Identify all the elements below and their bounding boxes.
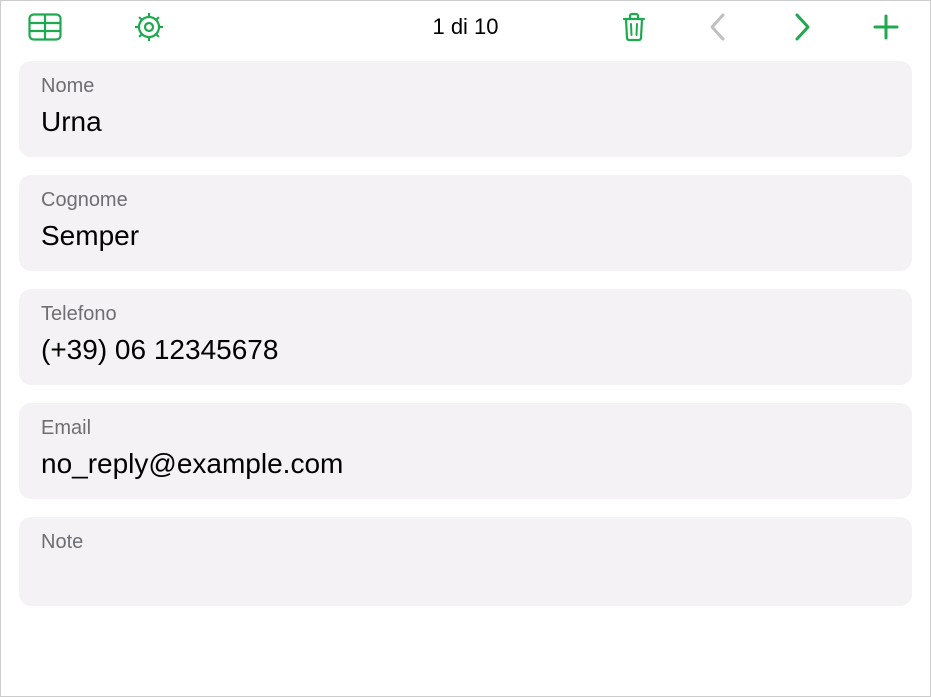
form-container: Nome Urna Cognome Semper Telefono (+39) … bbox=[1, 53, 930, 606]
delete-button[interactable] bbox=[616, 9, 652, 45]
chevron-left-icon bbox=[708, 12, 728, 42]
chevron-right-icon bbox=[792, 12, 812, 42]
table-view-button[interactable] bbox=[27, 9, 63, 45]
toolbar: 1 di 10 bbox=[1, 1, 930, 53]
field-label: Email bbox=[41, 417, 890, 440]
table-icon bbox=[28, 13, 62, 41]
field-telefono[interactable]: Telefono (+39) 06 12345678 bbox=[19, 289, 912, 385]
trash-icon bbox=[620, 11, 648, 43]
field-label: Cognome bbox=[41, 189, 890, 212]
field-nome[interactable]: Nome Urna bbox=[19, 61, 912, 157]
field-value[interactable]: Urna bbox=[41, 104, 890, 139]
gear-icon bbox=[133, 11, 165, 43]
record-position: 1 di 10 bbox=[432, 14, 498, 40]
field-label: Note bbox=[41, 531, 890, 554]
field-value[interactable]: Semper bbox=[41, 218, 890, 253]
add-record-button[interactable] bbox=[868, 9, 904, 45]
field-value[interactable] bbox=[41, 560, 890, 588]
next-record-button[interactable] bbox=[784, 9, 820, 45]
settings-button[interactable] bbox=[131, 9, 167, 45]
toolbar-left bbox=[27, 9, 167, 45]
field-label: Telefono bbox=[41, 303, 890, 326]
field-label: Nome bbox=[41, 75, 890, 98]
plus-icon bbox=[872, 13, 900, 41]
field-value[interactable]: (+39) 06 12345678 bbox=[41, 332, 890, 367]
field-email[interactable]: Email no_reply@example.com bbox=[19, 403, 912, 499]
field-value[interactable]: no_reply@example.com bbox=[41, 446, 890, 481]
prev-record-button bbox=[700, 9, 736, 45]
field-note[interactable]: Note bbox=[19, 517, 912, 606]
toolbar-right bbox=[616, 9, 904, 45]
field-cognome[interactable]: Cognome Semper bbox=[19, 175, 912, 271]
